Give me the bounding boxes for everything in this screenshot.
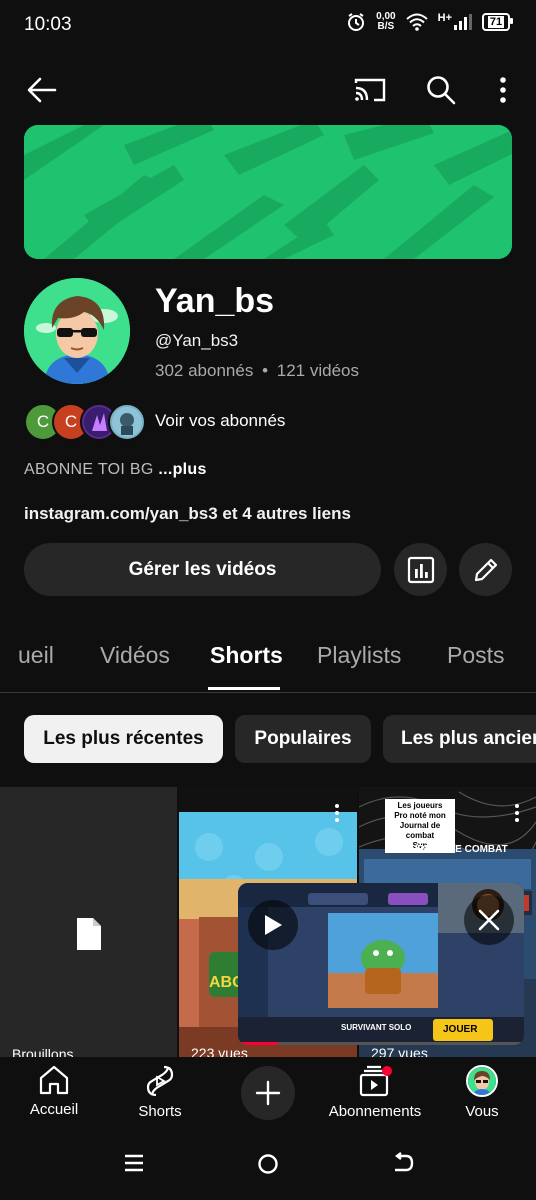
mini-play-button[interactable] [248,900,298,950]
nav-you[interactable]: Vous [450,1065,514,1120]
avatar-icon [466,1065,498,1097]
back-button[interactable] [20,68,64,112]
drafts-tile[interactable] [0,787,177,1057]
home-icon [39,1065,69,1095]
tab-playlists[interactable]: Playlists [317,642,401,669]
analytics-button[interactable] [394,543,447,596]
tab-accueil[interactable]: ueil [18,642,54,669]
short-views: 297 vues [371,1045,428,1057]
back-nav-icon[interactable] [392,1152,414,1174]
edit-channel-button[interactable] [459,543,512,596]
channel-handle: @Yan_bs3 [155,331,239,350]
net-speed-unit: B/S [377,21,395,32]
tab-videos[interactable]: Vidéos [100,642,170,669]
nav-subscriptions-label: Abonnements [328,1103,422,1120]
mini-game-text: SURVIVANT SOLO [341,1023,412,1032]
home-circle-icon[interactable] [257,1153,279,1175]
system-navigation-bar [0,1127,536,1200]
nav-shorts-label: Shorts [138,1103,182,1120]
add-icon [255,1080,281,1106]
subscriber-count: 302 abonnés [155,361,254,380]
tab-shorts[interactable]: Shorts [210,642,283,669]
status-time: 10:03 [24,14,72,35]
cast-icon [354,78,386,102]
nav-subscriptions[interactable]: Abonnements [325,1065,425,1120]
channel-links[interactable]: instagram.com/yan_bs3 et 4 autres liens [24,504,351,524]
recent-apps-icon[interactable] [124,1153,144,1173]
caption-line: Les joueurs [397,801,443,810]
wifi-icon [405,13,428,31]
caption-line: Pro noté mon [394,811,446,820]
short-views: 223 vues [191,1045,248,1057]
video-count: 121 vidéos [276,361,359,380]
active-tab-indicator [208,687,280,690]
status-icons: 0,00 B/S H+ 71 [346,12,513,32]
nav-home[interactable]: Accueil [22,1065,86,1118]
mini-join-text: JOUER [443,1024,478,1035]
signal-icon [454,14,472,30]
chip-most-recent[interactable]: Les plus récentes [24,715,223,763]
channel-avatar[interactable] [24,278,130,384]
subscriptions-icon [359,1065,392,1097]
channel-tabs: ueil Vidéos Shorts Playlists Posts [0,630,536,693]
subscriber-avatar [108,403,146,441]
channel-stats: 302 abonnés • 121 vidéos [155,361,359,381]
manage-videos-button[interactable]: Gérer les vidéos [24,543,381,596]
battery-level: 71 [487,16,505,28]
nav-home-label: Accueil [29,1101,79,1118]
more-vert-icon [500,77,506,103]
banner-pattern [24,125,512,259]
alarm-icon [348,13,365,31]
chip-popular[interactable]: Populaires [235,715,371,763]
battery-indicator: 71 [482,13,513,31]
search-icon [427,76,456,105]
short-more-icon[interactable] [334,803,340,823]
channel-name: Yan_bs [155,282,275,320]
tab-posts[interactable]: Posts [447,642,505,669]
channel-description[interactable]: ABONNE TOI BG ...plus [24,461,207,479]
play-icon [265,915,282,935]
short-banner-text: JOURNAL DE COMBAT [397,844,508,855]
subscriber-avatars[interactable]: C C [24,403,146,441]
net-speed: 0,00 B/S [376,12,395,32]
arrow-left-icon [27,77,57,103]
view-subscribers-link[interactable]: Voir vos abonnés [155,411,285,431]
analytics-icon [407,556,434,583]
network-type: H+ [437,12,452,24]
cast-button[interactable] [348,68,392,112]
stats-separator: • [262,361,269,380]
caption-line: Journal de combat [399,821,441,840]
mini-player[interactable]: SURVIVANT SOLO JOUER [238,883,524,1045]
bottom-navigation: Accueil Shorts Abonnements Vous [0,1057,536,1127]
close-icon [478,909,500,931]
more-options-button[interactable] [483,68,523,112]
mini-close-button[interactable] [464,895,514,945]
description-more[interactable]: ...plus [158,461,206,478]
avatar-illustration [24,278,130,384]
nav-shorts[interactable]: Shorts [128,1065,192,1120]
description-text: ABONNE TOI BG [24,461,154,478]
create-button[interactable] [241,1066,295,1120]
shorts-icon [146,1065,174,1097]
file-icon [77,918,101,950]
nav-you-label: Vous [465,1103,499,1120]
chip-oldest[interactable]: Les plus ancien [383,715,536,763]
search-button[interactable] [419,68,463,112]
pencil-icon [474,558,497,581]
short-more-icon[interactable] [514,803,520,823]
channel-banner[interactable] [24,125,512,259]
